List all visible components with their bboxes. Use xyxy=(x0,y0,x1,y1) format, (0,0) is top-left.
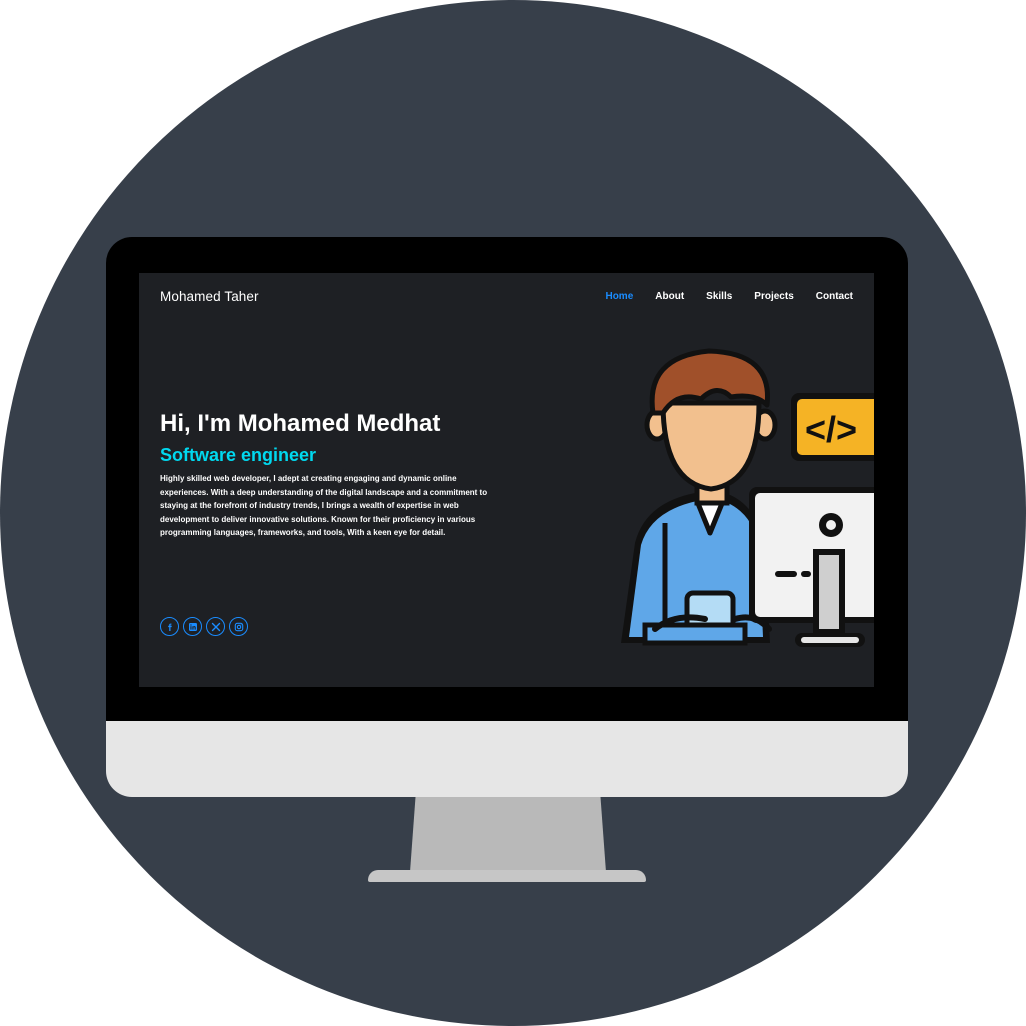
hero-subtitle: Software engineer xyxy=(160,445,317,465)
developer-illustration: </> xyxy=(605,343,874,665)
facebook-icon xyxy=(165,622,175,632)
main-nav: Home About Skills Projects Contact xyxy=(583,291,853,302)
person-head xyxy=(644,348,778,492)
nav-item-home[interactable]: Home xyxy=(605,291,633,302)
instagram-icon xyxy=(234,622,244,632)
svg-text:</>: </> xyxy=(805,409,857,450)
social-links xyxy=(160,617,248,636)
facebook-link[interactable] xyxy=(160,617,179,636)
linkedin-icon xyxy=(188,622,198,632)
nav-item-projects[interactable]: Projects xyxy=(754,291,793,302)
hero-description: Highly skilled web developer, I adept at… xyxy=(160,474,488,537)
monitor-chin xyxy=(106,721,908,797)
nav-item-contact[interactable]: Contact xyxy=(816,291,853,302)
instagram-link[interactable] xyxy=(229,617,248,636)
nav-item-skills[interactable]: Skills xyxy=(706,291,732,302)
code-tag-icon: </> xyxy=(791,393,874,461)
linkedin-link[interactable] xyxy=(183,617,202,636)
monitor-stand-neck xyxy=(410,792,606,872)
monitor-screen: Mohamed Taher Home About Skills Projects… xyxy=(139,273,874,687)
illustration-computer xyxy=(749,487,874,647)
x-twitter-link[interactable] xyxy=(206,617,225,636)
nav-item-about[interactable]: About xyxy=(655,291,684,302)
monitor-stand-base xyxy=(368,870,646,882)
hero-title: Hi, I'm Mohamed Medhat xyxy=(160,410,441,437)
site-brand[interactable]: Mohamed Taher xyxy=(160,289,259,304)
x-twitter-icon xyxy=(211,622,221,632)
